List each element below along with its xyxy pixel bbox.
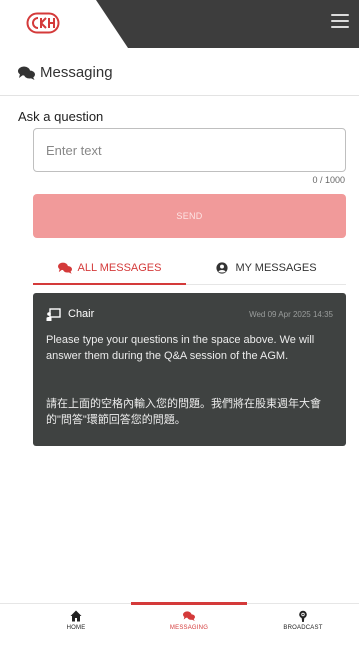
ask-question-label: Ask a question [18,109,104,124]
chat-bubbles-icon [183,611,195,621]
message-text-english: Please type your questions in the space … [46,334,315,362]
app-header [0,0,359,48]
message-card: Chair Wed 09 Apr 2025 14:35 Please type … [33,293,346,446]
hamburger-menu-icon[interactable] [331,14,349,30]
chat-bubbles-icon [18,66,35,80]
character-count: 0 / 1000 [312,175,345,185]
message-text-chinese: 請在上面的空格內輸入您的問題。我們將在股東週年大會的"問答"環節回答您的問題。 [46,398,321,426]
send-button[interactable]: SEND [33,194,346,238]
nav-home-label: HOME [66,625,86,631]
ckh-logo-icon[interactable] [26,12,60,34]
page-title-bar: Messaging [0,50,359,96]
bottom-navigation: HOME MESSAGING BROADCAST [0,602,359,647]
home-icon [70,610,82,622]
presenter-icon [46,308,61,321]
tab-all-messages-label: ALL MESSAGES [77,262,162,274]
nav-messaging-label: MESSAGING [169,625,209,631]
nav-messaging[interactable]: MESSAGING [149,610,229,631]
message-sender: Chair [68,308,95,320]
nav-broadcast-label: BROADCAST [283,625,323,631]
broadcast-icon [299,610,307,622]
nav-broadcast[interactable]: BROADCAST [263,610,343,631]
page-title: Messaging [40,64,113,81]
logo-area [0,0,128,48]
tab-all-messages[interactable]: ALL MESSAGES [33,255,186,285]
nav-home[interactable]: HOME [36,610,116,631]
question-input[interactable] [33,128,346,172]
message-timestamp: Wed 09 Apr 2025 14:35 [249,310,333,319]
tab-my-messages[interactable]: MY MESSAGES [186,255,346,285]
tab-my-messages-label: MY MESSAGES [235,262,317,274]
user-circle-icon [216,262,229,274]
chat-bubbles-icon [57,262,72,274]
active-tab-indicator [131,602,247,605]
